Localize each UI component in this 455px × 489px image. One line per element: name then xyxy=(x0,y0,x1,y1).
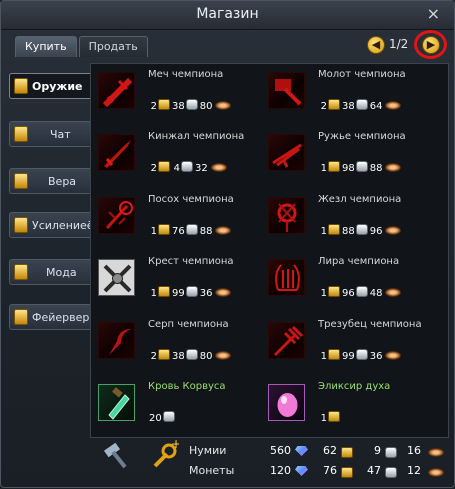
numi-gems: 560 xyxy=(270,444,291,457)
champion-staff-icon[interactable] xyxy=(98,197,135,234)
champion-wand-icon[interactable] xyxy=(268,197,305,234)
numi-label: Нумии xyxy=(189,444,227,457)
gold-bag-icon xyxy=(14,264,28,280)
item-price: 2 38 80 xyxy=(149,99,232,112)
repair-wrench-icon[interactable]: + xyxy=(149,437,181,470)
item-name: Эликсир духа xyxy=(318,381,391,392)
highlight-circle xyxy=(414,30,447,59)
shop-item[interactable]: Кровь Корвуса 20 xyxy=(93,378,263,442)
item-price: 2 38 80 xyxy=(149,349,232,362)
tab-sell[interactable]: Продать xyxy=(78,36,148,57)
category-label: Чат xyxy=(50,128,71,141)
spirit-elixir-icon[interactable] xyxy=(268,384,305,421)
shop-item[interactable]: Кинжал чемпиона 2 4 32 xyxy=(93,128,263,192)
category-enhancement[interactable]: Усилениеё xyxy=(9,212,94,238)
shop-item[interactable]: Крест чемпиона 1 99 36 xyxy=(93,253,263,317)
gold-coin-icon xyxy=(341,447,353,458)
category-fireworks[interactable]: Фейерверк xyxy=(9,304,97,330)
silver-coin-icon xyxy=(385,447,397,458)
item-name: Серп чемпиона xyxy=(148,319,229,330)
copper-coin-icon xyxy=(428,448,444,457)
category-chat[interactable]: Чат xyxy=(9,121,93,147)
item-name: Кинжал чемпиона xyxy=(148,131,245,142)
gem-icon xyxy=(295,446,308,456)
champion-sickle-icon[interactable] xyxy=(98,322,135,359)
shop-item[interactable]: Серп чемпиона 2 38 80 xyxy=(93,316,263,380)
item-name: Лира чемпиона xyxy=(318,256,400,267)
hammer-icon[interactable] xyxy=(101,440,131,470)
category-fashion[interactable]: Мода xyxy=(9,259,93,285)
gem-icon xyxy=(295,466,308,476)
item-price: 1 xyxy=(319,411,342,424)
shop-item[interactable]: Ружье чемпиона 1 98 88 xyxy=(263,128,433,192)
category-label: Фейерверк xyxy=(32,311,97,324)
item-price: 1 76 88 xyxy=(149,224,232,237)
shop-item[interactable]: Эликсир духа 1 xyxy=(263,378,433,442)
gold-coin-icon xyxy=(341,467,353,478)
item-name: Трезубец чемпиона xyxy=(318,319,422,330)
category-label: Вера xyxy=(48,175,77,188)
gold-bag-icon xyxy=(14,309,28,325)
item-price: 1 88 96 xyxy=(319,224,402,237)
item-grid: Меч чемпиона 2 38 80 Молот чемпиона 2 38 64 … xyxy=(90,63,449,438)
category-label: Мода xyxy=(46,266,77,279)
category-label: Оружие xyxy=(32,80,83,93)
item-price: 20 xyxy=(149,411,177,424)
silver-coin-icon xyxy=(385,467,397,478)
window-title: Магазин xyxy=(196,6,259,22)
category-faith[interactable]: Вера xyxy=(9,168,93,194)
shop-item[interactable]: Меч чемпиона 2 38 80 xyxy=(93,66,263,130)
gold-bag-icon xyxy=(14,78,28,94)
shop-item[interactable]: Посох чемпиона 1 76 88 xyxy=(93,191,263,255)
svg-text:+: + xyxy=(171,440,179,451)
close-icon[interactable]: × xyxy=(427,4,440,23)
shop-item[interactable]: Молот чемпиона 2 38 64 xyxy=(263,66,433,130)
shop-item[interactable]: Жезл чемпиона 1 88 96 xyxy=(263,191,433,255)
corvus-blood-vial-icon[interactable] xyxy=(98,384,135,421)
gold-bag-icon xyxy=(14,217,28,233)
champion-hammer-icon[interactable] xyxy=(268,72,305,109)
item-name: Ружье чемпиона xyxy=(318,131,406,142)
coins-copper: 12 xyxy=(407,464,421,477)
item-name: Кровь Корвуса xyxy=(148,381,226,392)
item-price: 2 4 32 xyxy=(149,161,227,174)
coins-gems: 120 xyxy=(270,464,291,477)
title-bar[interactable]: Магазин × xyxy=(1,1,454,30)
item-price: 1 98 88 xyxy=(319,161,402,174)
numi-copper: 16 xyxy=(407,444,421,457)
item-name: Молот чемпиона xyxy=(318,69,406,80)
champion-rifle-icon[interactable] xyxy=(268,134,305,171)
item-name: Крест чемпиона xyxy=(148,256,234,267)
champion-dagger-icon[interactable] xyxy=(98,134,135,171)
page-indicator: 1/2 xyxy=(389,37,409,51)
item-name: Жезл чемпиона xyxy=(318,194,402,205)
gold-bag-icon xyxy=(14,173,28,189)
gold-bag-icon xyxy=(14,126,28,142)
buy-sell-tabs: Купить Продать xyxy=(15,36,150,57)
category-label: Усилениеё xyxy=(32,219,94,232)
item-price: 1 99 36 xyxy=(319,349,402,362)
champion-trident-icon[interactable] xyxy=(268,322,305,359)
numi-gold: 62 xyxy=(323,444,337,457)
tab-buy[interactable]: Купить xyxy=(15,36,77,57)
item-price: 1 96 48 xyxy=(319,286,402,299)
champion-lyre-icon[interactable] xyxy=(268,259,305,296)
champion-sword-icon[interactable] xyxy=(98,72,135,109)
item-name: Меч чемпиона xyxy=(148,69,224,80)
shop-item[interactable]: Лира чемпиона 1 96 48 xyxy=(263,253,433,317)
copper-coin-icon xyxy=(428,468,444,477)
shop-item[interactable]: Трезубец чемпиона 1 99 36 xyxy=(263,316,433,380)
category-weapons[interactable]: Оружие xyxy=(9,73,95,99)
item-price: 2 38 64 xyxy=(319,99,402,112)
arrow-left-icon[interactable]: ◀ xyxy=(367,36,385,54)
item-name: Посох чемпиона xyxy=(148,194,234,205)
coins-gold: 76 xyxy=(323,464,337,477)
champion-cross-icon[interactable] xyxy=(98,259,135,296)
numi-silver: 9 xyxy=(374,444,381,457)
shop-window: Магазин × Купить Продать ◀ 1/2 ▶ Оружие Ч… xyxy=(0,0,455,488)
coins-label: Монеты xyxy=(189,464,235,477)
currency-bar: + Нумии Монеты 560 62 9 16 120 76 47 12 xyxy=(1,437,455,489)
coins-silver: 47 xyxy=(367,464,381,477)
item-price: 1 99 36 xyxy=(149,286,232,299)
